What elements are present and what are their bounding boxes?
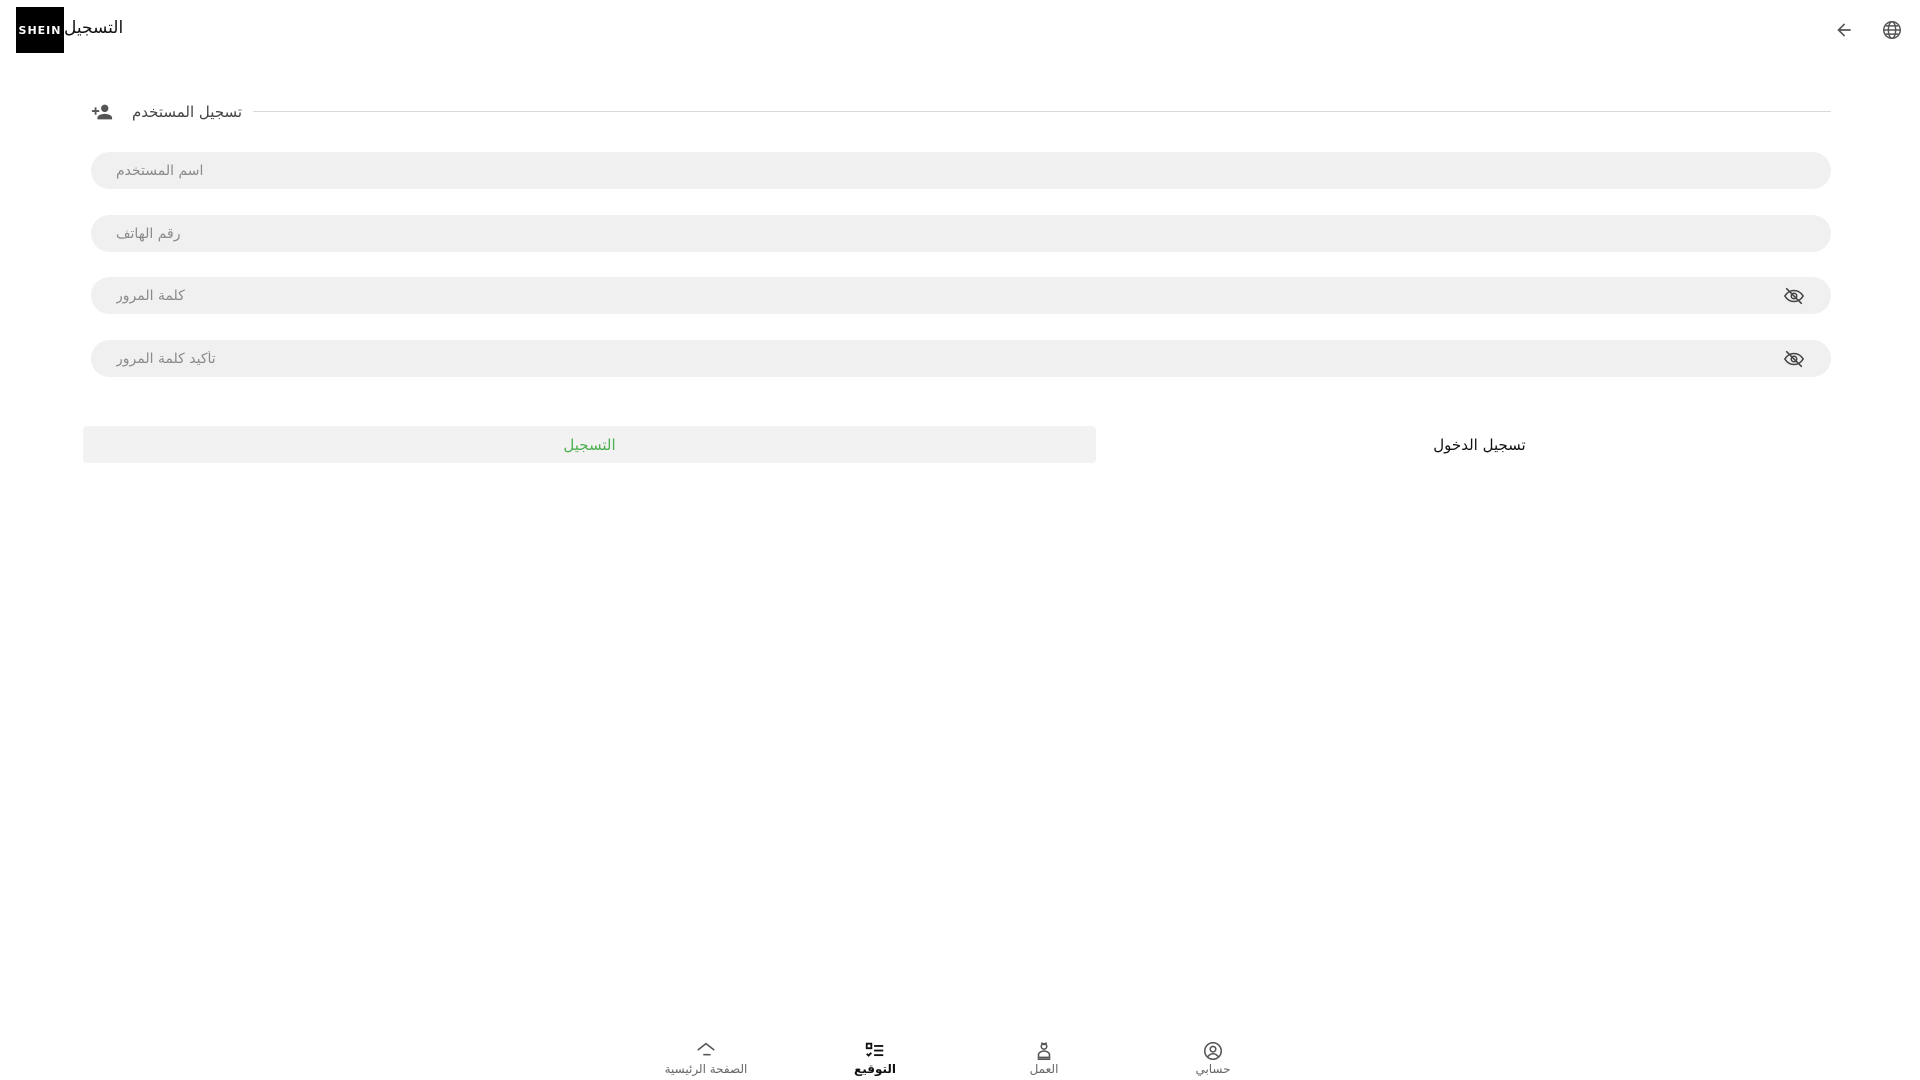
divider [253, 111, 1831, 112]
login-button[interactable]: تسجيل الدخول [1096, 426, 1863, 463]
work-icon [1037, 1042, 1051, 1061]
password-input[interactable] [91, 277, 1831, 314]
nav-item-account[interactable]: حسابي [1138, 1040, 1288, 1080]
eye-off-icon[interactable] [1782, 348, 1806, 370]
nav-label: الصفحة الرئيسية [664, 1062, 748, 1076]
username-input[interactable] [91, 152, 1831, 189]
account-circle-icon [1203, 1041, 1223, 1061]
nav-label: التوقيع [854, 1062, 896, 1076]
eye-off-icon[interactable] [1782, 285, 1806, 307]
nav-label: العمل [1029, 1062, 1059, 1076]
section-title: تسجيل المستخدم [132, 103, 243, 121]
username-field[interactable] [91, 152, 1831, 189]
confirm-password-input[interactable] [91, 340, 1831, 377]
nav-item-work[interactable]: العمل [969, 1040, 1119, 1080]
nav-item-home[interactable]: الصفحة الرئيسية [631, 1040, 781, 1080]
person-add-icon [90, 101, 114, 123]
confirm-password-field[interactable] [91, 340, 1831, 377]
nav-item-signing[interactable]: التوقيع [800, 1040, 950, 1080]
globe-icon[interactable] [1880, 18, 1904, 42]
password-field[interactable] [91, 277, 1831, 314]
arrow-back-icon[interactable] [1832, 18, 1856, 42]
home-icon [697, 1042, 715, 1056]
phone-field[interactable] [91, 215, 1831, 252]
shein-logo: SHEIN [16, 7, 64, 53]
bottom-nav: الصفحة الرئيسية التوقيع العمل حسابي [0, 1030, 1920, 1080]
register-button[interactable]: التسجيل [83, 426, 1096, 463]
checklist-icon [865, 1042, 884, 1057]
page-title: التسجيل [64, 18, 124, 38]
phone-input[interactable] [91, 215, 1831, 252]
registration-section-header: تسجيل المستخدم [90, 99, 1831, 125]
nav-label: حسابي [1195, 1062, 1231, 1076]
app-header: SHEIN التسجيل [0, 0, 1920, 60]
